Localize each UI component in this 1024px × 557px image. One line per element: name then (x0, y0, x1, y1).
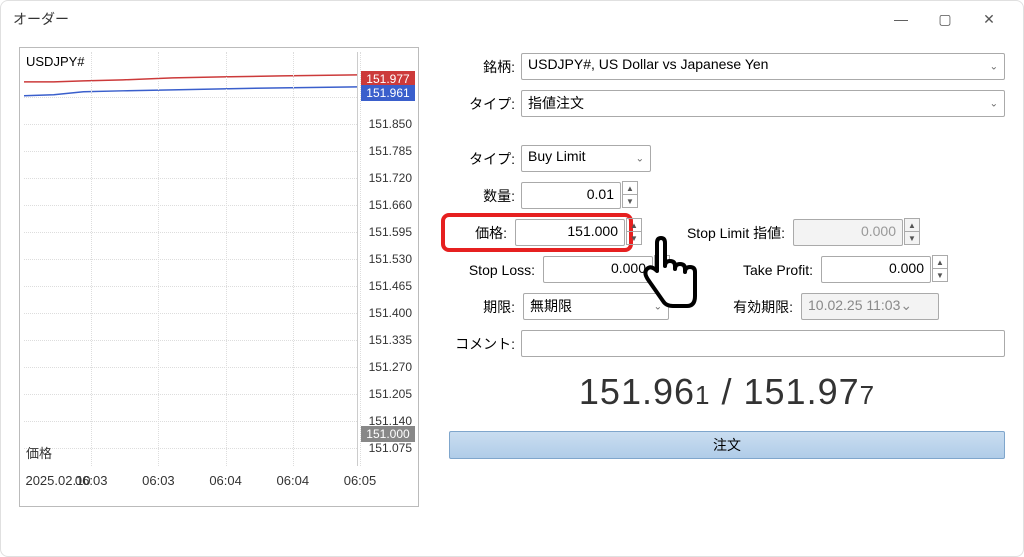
expiration-date-select: 10.02.25 11:03⌄ (801, 293, 939, 320)
y-tick: 151.400 (369, 306, 412, 320)
x-tick: 06:03 (142, 473, 175, 488)
titlebar: オーダー ― ▢ ✕ (1, 1, 1023, 37)
quantity-stepper[interactable]: ▲▼ (622, 181, 638, 208)
submit-order-button[interactable]: 注文 (449, 431, 1005, 459)
window-title: オーダー (13, 9, 69, 29)
x-tick: 06:04 (277, 473, 310, 488)
price-stepper[interactable]: ▲▼ (626, 218, 642, 245)
y-tick: 151.075 (369, 441, 412, 455)
expiration-date-label: 有効期限: (709, 297, 793, 317)
stop-loss-label: Stop Loss: (449, 262, 535, 278)
expiration-type-label: 期限: (449, 297, 515, 317)
spinner-down-icon[interactable]: ▼ (627, 232, 641, 244)
y-tick: 151.530 (369, 252, 412, 266)
y-tick: 151.850 (369, 117, 412, 131)
symbol-label: 銘柄: (449, 57, 515, 77)
pending-type-label: タイプ: (449, 149, 515, 169)
take-profit-input[interactable]: 0.000 (821, 256, 931, 283)
close-button[interactable]: ✕ (967, 5, 1011, 33)
y-tick: 151.785 (369, 144, 412, 158)
bid-ask-display: 151.961 / 151.977 (449, 371, 1005, 413)
stop-limit-input: 0.000 (793, 219, 903, 246)
chevron-down-icon: ⌄ (636, 153, 644, 164)
stop-loss-input[interactable]: 0.000 (543, 256, 653, 283)
x-tick: 06:05 (344, 473, 377, 488)
quantity-label: 数量: (449, 186, 515, 206)
chevron-down-icon: ⌄ (990, 98, 998, 109)
x-tick: 06:03 (75, 473, 108, 488)
stop-limit-label: Stop Limit 指値: (665, 223, 785, 243)
x-tick: 06:04 (209, 473, 242, 488)
chart-plot-area: 151.915151.850151.785151.720151.660151.5… (24, 52, 358, 466)
spinner-up-icon[interactable]: ▲ (627, 219, 641, 232)
y-tick: 151.270 (369, 360, 412, 374)
order-type-select[interactable]: 指値注文⌄ (521, 90, 1005, 117)
current-price-badge: 151.000 (361, 426, 415, 442)
spinner-up-icon[interactable]: ▲ (623, 182, 637, 195)
take-profit-label: Take Profit: (693, 262, 813, 278)
price-chart: USDJPY# 151.915151.850151.785151.720151.… (19, 47, 419, 507)
chart-y-axis-label: 価格 (26, 443, 52, 462)
y-tick: 151.660 (369, 198, 412, 212)
y-tick: 151.205 (369, 387, 412, 401)
quantity-input[interactable]: 0.01 (521, 182, 621, 209)
minimize-button[interactable]: ― (879, 5, 923, 33)
maximize-button[interactable]: ▢ (923, 5, 967, 33)
chevron-down-icon: ⌄ (900, 297, 912, 313)
order-type-label: タイプ: (449, 94, 515, 114)
y-tick: 151.465 (369, 279, 412, 293)
symbol-select[interactable]: USDJPY#, US Dollar vs Japanese Yen⌄ (521, 53, 1005, 80)
order-form: 銘柄: USDJPY#, US Dollar vs Japanese Yen⌄ … (449, 47, 1005, 507)
y-tick: 151.335 (369, 333, 412, 347)
bid-price-badge: 151.961 (361, 85, 415, 101)
y-tick: 151.720 (369, 171, 412, 185)
stop-limit-stepper: ▲▼ (904, 218, 920, 245)
order-window: オーダー ― ▢ ✕ USDJPY# 151.915151.850151.785… (0, 0, 1024, 557)
spinner-down-icon[interactable]: ▼ (623, 195, 637, 207)
expiration-type-select[interactable]: 無期限⌄ (523, 293, 669, 320)
comment-label: コメント: (449, 334, 515, 354)
chevron-down-icon: ⌄ (990, 61, 998, 72)
chevron-down-icon: ⌄ (654, 301, 662, 312)
take-profit-stepper[interactable]: ▲▼ (932, 255, 948, 282)
pending-type-select[interactable]: Buy Limit⌄ (521, 145, 651, 172)
comment-input[interactable] (521, 330, 1005, 357)
y-tick: 151.595 (369, 225, 412, 239)
price-input[interactable]: 151.000 (515, 219, 625, 246)
price-label: 価格: (449, 223, 507, 243)
stop-loss-stepper[interactable]: ▲▼ (654, 255, 670, 282)
